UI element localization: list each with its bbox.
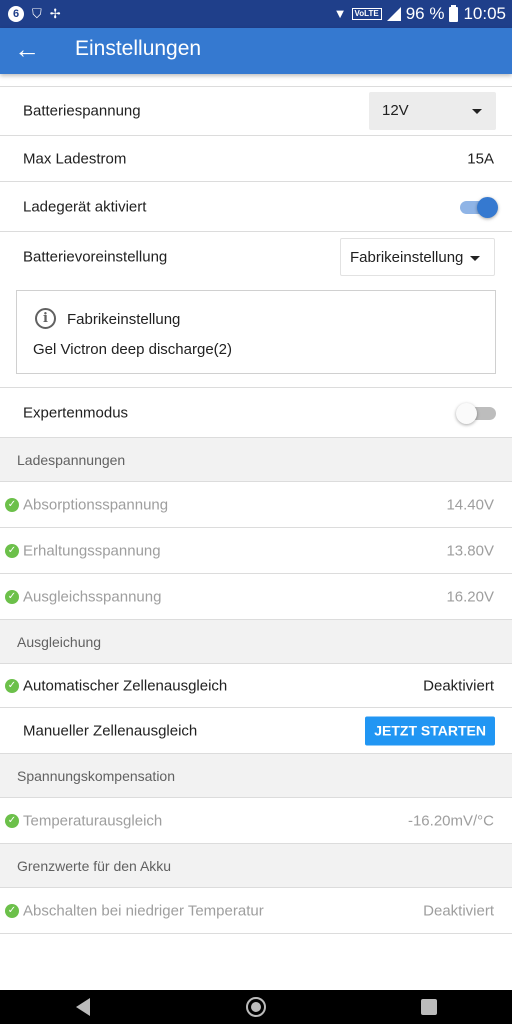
- check-circle-icon: ✓: [5, 903, 19, 918]
- volte-label: VoLTE: [351, 8, 382, 20]
- battery-preset-dropdown[interactable]: Fabrikeinstellung: [340, 238, 495, 276]
- max-current-row[interactable]: Max Ladestrom 15A: [0, 136, 512, 182]
- section-title: Grenzwerte für den Akku: [17, 857, 172, 874]
- chevron-down-icon: [470, 256, 480, 261]
- equalization-voltage-value: 16.20V: [446, 588, 494, 605]
- temperature-compensation-value: -16.20mV/°C: [407, 812, 494, 829]
- max-current-value: 15A: [467, 150, 494, 167]
- status-bar: 6 ⛉ ✢ ▼ VoLTE 96 % 10:05: [0, 0, 512, 28]
- system-navigation-bar: [0, 990, 512, 1024]
- expert-mode-label: Expertenmodus: [23, 404, 129, 421]
- section-title: Ausgleichung: [17, 633, 102, 650]
- auto-equalization-label: Automatischer Zellenausgleich: [23, 677, 228, 694]
- auto-equalization-row[interactable]: ✓ Automatischer Zellenausgleich Deaktivi…: [0, 664, 512, 708]
- charger-enabled-label: Ladegerät aktiviert: [23, 198, 147, 215]
- battery-preset-label: Batterievoreinstellung: [23, 248, 168, 266]
- bluetooth-icon: ✢: [49, 6, 61, 21]
- low-temperature-cutoff-label: Abschalten bei niedriger Temperatur: [23, 902, 264, 919]
- toggle-knob: [456, 402, 477, 424]
- low-temperature-cutoff-value: Deaktiviert: [423, 902, 494, 919]
- check-circle-icon: ✓: [5, 813, 19, 828]
- section-header-equalization: Ausgleichung: [0, 620, 512, 664]
- nav-home-icon[interactable]: [246, 997, 266, 1017]
- toggle-knob: [477, 196, 498, 218]
- charger-enabled-toggle[interactable]: [458, 196, 498, 218]
- check-circle-icon: ✓: [5, 497, 19, 512]
- check-circle-icon: ✓: [5, 589, 19, 604]
- clock: 10:05: [463, 4, 506, 23]
- battery-preset-row: Batterievoreinstellung Fabrikeinstellung: [0, 232, 512, 282]
- charger-enabled-row: Ladegerät aktiviert: [0, 182, 512, 232]
- battery-preset-value: Fabrikeinstellung: [350, 249, 464, 266]
- preset-info-box: i Fabrikeinstellung Gel Victron deep dis…: [16, 290, 496, 374]
- nav-back-icon[interactable]: [76, 998, 90, 1016]
- status-bar-left: 6 ⛉ ✢: [8, 5, 61, 23]
- section-title: Ladespannungen: [17, 451, 126, 468]
- manual-equalization-label: Manueller Zellenausgleich: [23, 722, 198, 739]
- settings-list: Batteriespannung 12V Max Ladestrom 15A L…: [0, 86, 512, 934]
- notification-count-badge: 6: [8, 6, 24, 22]
- max-current-label: Max Ladestrom: [23, 150, 127, 167]
- nav-recents-icon[interactable]: [421, 999, 437, 1015]
- absorption-voltage-row[interactable]: ✓ Absorptionsspannung 14.40V: [0, 482, 512, 528]
- float-voltage-label: Erhaltungsspannung: [23, 542, 161, 559]
- battery-voltage-value: 12V: [382, 102, 409, 119]
- low-temperature-cutoff-row[interactable]: ✓ Abschalten bei niedriger Temperatur De…: [0, 888, 512, 934]
- signal-icon: [386, 7, 401, 21]
- battery-voltage-row: Batteriespannung 12V: [0, 87, 512, 136]
- battery-voltage-dropdown[interactable]: 12V: [369, 92, 496, 130]
- check-circle-icon: ✓: [5, 543, 19, 558]
- temperature-compensation-label: Temperaturausgleich: [23, 812, 163, 829]
- start-now-button[interactable]: JETZT STARTEN: [365, 716, 495, 745]
- preset-info-text: Gel Victron deep discharge(2): [33, 341, 232, 358]
- expert-mode-row: Expertenmodus: [0, 388, 512, 438]
- expert-mode-toggle[interactable]: [456, 402, 496, 424]
- check-circle-icon: ✓: [5, 678, 19, 693]
- equalization-voltage-label: Ausgleichsspannung: [23, 588, 162, 605]
- absorption-voltage-value: 14.40V: [446, 496, 494, 513]
- chevron-down-icon: [472, 109, 482, 114]
- battery-percent: 96 %: [405, 4, 445, 23]
- status-bar-right: ▼ VoLTE 96 % 10:05: [334, 4, 506, 24]
- float-voltage-row[interactable]: ✓ Erhaltungsspannung 13.80V: [0, 528, 512, 574]
- float-voltage-value: 13.80V: [446, 542, 494, 559]
- preset-info-title: Fabrikeinstellung: [67, 311, 181, 328]
- arrow-back-icon[interactable]: ←: [12, 34, 42, 64]
- shield-icon: ⛉: [32, 6, 42, 21]
- page-title: Einstellungen: [75, 37, 202, 60]
- app-bar: ← Einstellungen: [0, 28, 512, 74]
- manual-equalization-row: Manueller Zellenausgleich JETZT STARTEN: [0, 708, 512, 754]
- section-header-voltage-compensation: Spannungskompensation: [0, 754, 512, 798]
- battery-voltage-label: Batteriespannung: [23, 102, 141, 120]
- auto-equalization-value: Deaktiviert: [423, 677, 494, 694]
- section-header-charge-voltages: Ladespannungen: [0, 438, 512, 482]
- section-title: Spannungskompensation: [17, 767, 176, 784]
- absorption-voltage-label: Absorptionsspannung: [23, 496, 169, 513]
- equalization-voltage-row[interactable]: ✓ Ausgleichsspannung 16.20V: [0, 574, 512, 620]
- preset-info-wrapper: i Fabrikeinstellung Gel Victron deep dis…: [0, 282, 512, 388]
- wifi-icon: ▼: [333, 6, 347, 21]
- info-icon: i: [35, 308, 56, 329]
- temperature-compensation-row[interactable]: ✓ Temperaturausgleich -16.20mV/°C: [0, 798, 512, 844]
- battery-icon: [449, 4, 459, 22]
- section-header-battery-limits: Grenzwerte für den Akku: [0, 844, 512, 888]
